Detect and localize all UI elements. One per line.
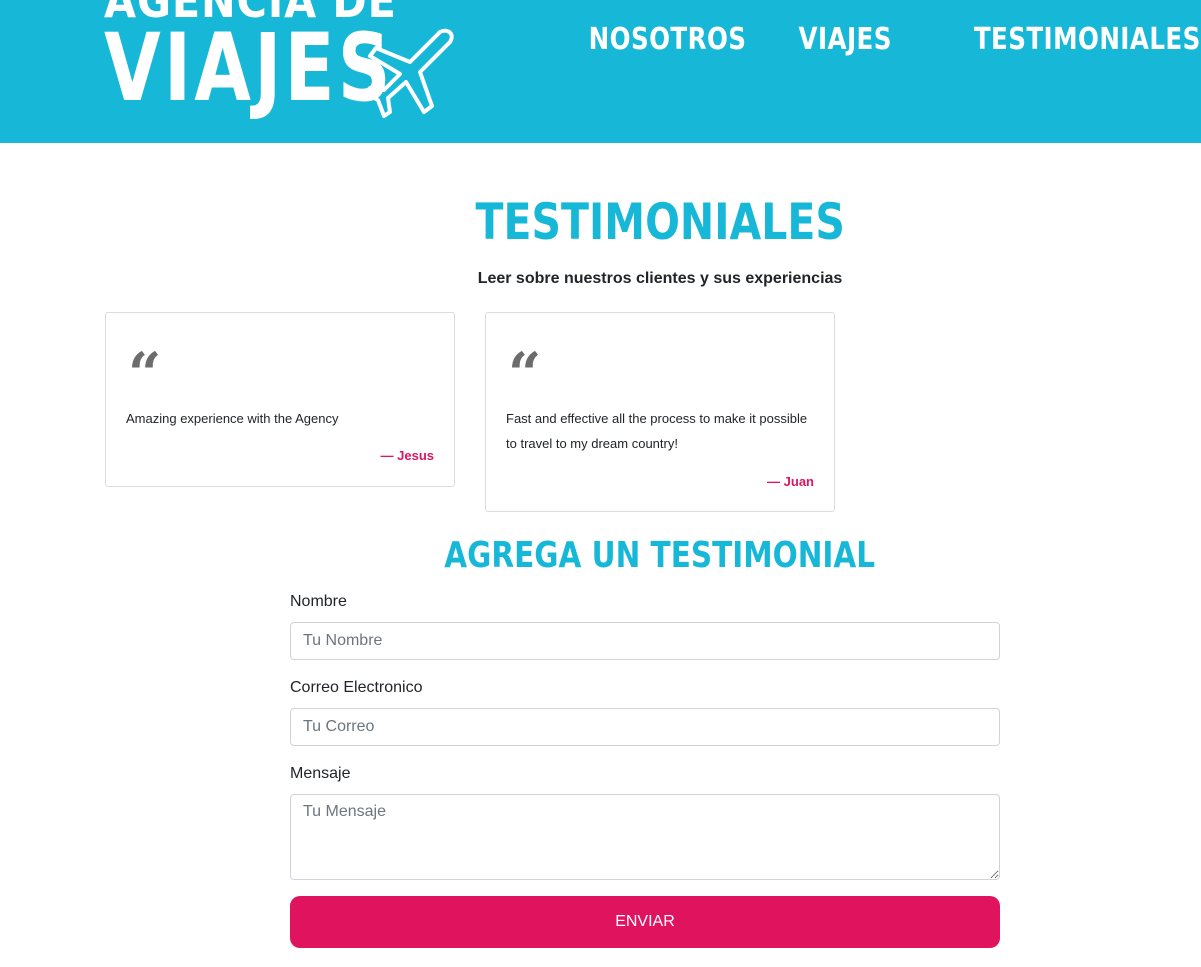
airplane-icon (364, 28, 454, 118)
name-input[interactable] (290, 622, 1000, 660)
nav-link-viajes[interactable]: VIAJES (799, 22, 892, 57)
email-label: Correo Electronico (290, 679, 423, 696)
testimonial-author: — Jesus (380, 448, 434, 463)
testimonial-author: — Juan (767, 474, 814, 489)
main-nav: NOSOTROS VIAJES TESTIMONIALES (554, 22, 1201, 57)
quote-icon: “ (128, 340, 162, 408)
form-title: AGREGA UN TESTIMONIAL (444, 535, 876, 576)
submit-button[interactable]: ENVIAR (290, 896, 1000, 948)
testimonial-text: Fast and effective all the process to ma… (506, 411, 808, 451)
logo-text-bottom: VIAJES (104, 14, 394, 123)
message-textarea[interactable] (290, 794, 1000, 880)
nav-link-testimoniales[interactable]: TESTIMONIALES (974, 22, 1201, 57)
nav-link-nosotros[interactable]: NOSOTROS (589, 22, 747, 57)
page-title: TESTIMONIALES (475, 193, 845, 251)
name-label: Nombre (290, 593, 347, 610)
message-label: Mensaje (290, 765, 351, 782)
quote-icon: “ (508, 340, 542, 408)
email-input[interactable] (290, 708, 1000, 746)
testimonial-card: “ Fast and effective all the process to … (485, 312, 835, 512)
page-subtitle: Leer sobre nuestros clientes y sus exper… (477, 270, 843, 287)
site-header: AGENCIA DE VIAJES NOSOTROS VIAJES TESTIM… (0, 0, 1201, 143)
testimonial-card: “ Amazing experience with the Agency — J… (105, 312, 455, 487)
testimonial-text: Amazing experience with the Agency (126, 411, 339, 426)
